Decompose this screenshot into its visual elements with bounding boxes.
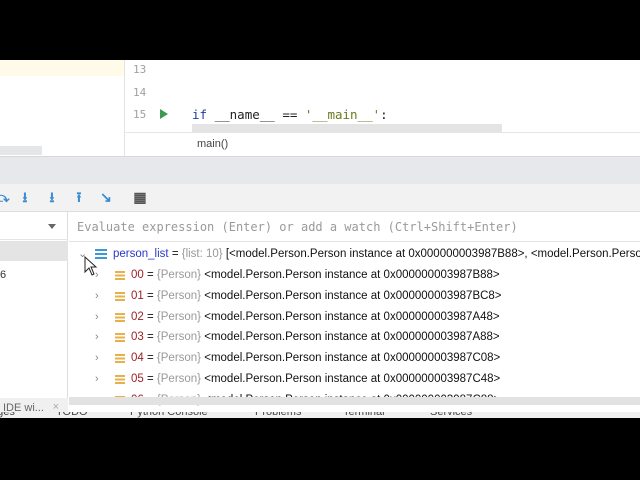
- object-icon: [115, 312, 125, 323]
- variable-type: {Person}: [156, 269, 202, 281]
- object-icon: [115, 354, 125, 365]
- run-to-cursor-icon[interactable]: ↘: [98, 189, 114, 205]
- variable-name: person_list: [113, 248, 169, 260]
- step-into-my-code-icon[interactable]: ⭳: [44, 189, 60, 205]
- variable-value: <model.Person.Person instance at 0x00000…: [204, 331, 500, 344]
- code-text: __name__ ==: [207, 107, 305, 122]
- variable-name: 02: [131, 310, 144, 323]
- variable-value: [<model.Person.Person instance at 0x0000…: [225, 248, 640, 260]
- breadcrumb: main(): [124, 132, 640, 156]
- variable-name: 05: [131, 373, 144, 385]
- variable-value: <model.Person.Person instance at 0x00000…: [204, 289, 502, 302]
- chevron-right-icon[interactable]: ›: [95, 331, 99, 343]
- line-number: 13: [133, 63, 147, 76]
- code-keyword: if: [192, 107, 208, 122]
- chevron-down-icon: [48, 224, 56, 229]
- panel-scrollbar[interactable]: [0, 146, 42, 155]
- variable-name: 01: [131, 289, 144, 302]
- tree-row[interactable]: › 01 = {Person} <model.Person.Person ins…: [69, 287, 640, 307]
- breadcrumb-item[interactable]: main(): [197, 138, 228, 150]
- step-over-icon[interactable]: ⤼: [0, 189, 10, 205]
- thread-dropdown[interactable]: [0, 212, 68, 240]
- object-icon: [115, 375, 125, 385]
- chevron-right-icon[interactable]: ›: [95, 373, 99, 385]
- debug-toolbar: ⤼ ⭳ ⭳ ⭱ ↘ ▦: [0, 184, 640, 212]
- line-number: 15: [133, 108, 147, 121]
- tree-row[interactable]: › 02 = {Person} <model.Person.Person ins…: [69, 308, 640, 328]
- tool-tab[interactable]: Terminal: [343, 412, 385, 418]
- editor-scrollbar[interactable]: [192, 124, 502, 132]
- line-number: 14: [133, 86, 147, 99]
- variable-value: <model.Person.Person instance at 0x00000…: [204, 310, 500, 323]
- debug-panel-header: [0, 156, 640, 184]
- variable-name: 04: [131, 352, 144, 365]
- code-text: :: [380, 107, 388, 122]
- tool-tab[interactable]: TODO: [56, 412, 88, 418]
- variable-value: <model.Person.Person instance at 0x00000…: [204, 352, 501, 365]
- chevron-right-icon[interactable]: ›: [95, 311, 99, 323]
- step-out-icon[interactable]: ⭱: [71, 189, 87, 205]
- tool-tab[interactable]: Services: [430, 412, 472, 418]
- evaluate-expression-icon[interactable]: ▦: [132, 189, 148, 205]
- tree-scrollbar[interactable]: [69, 397, 640, 405]
- object-icon: [115, 333, 125, 344]
- code-line-15[interactable]: if __name__ == '__main__':: [192, 107, 388, 122]
- variable-type: {Person}: [156, 289, 202, 302]
- highlighted-line: [0, 60, 124, 76]
- evaluate-input[interactable]: Evaluate expression (Enter) or add a wat…: [69, 212, 640, 242]
- chevron-right-icon[interactable]: ›: [95, 352, 99, 364]
- variable-type: {list: 10}: [181, 248, 223, 260]
- step-into-icon[interactable]: ⭳: [17, 189, 33, 205]
- tool-tab[interactable]: Python Console: [130, 412, 208, 418]
- tree-row[interactable]: › 04 = {Person} <model.Person.Person ins…: [69, 349, 640, 369]
- project-panel: [0, 60, 124, 155]
- tool-window-tabs: ...ges TODO Python Console Problems Terminal…: [0, 412, 640, 418]
- ide-window: 13 14 15 if __name__ == '__main__': main…: [0, 60, 640, 418]
- code-string: '__main__': [304, 107, 381, 122]
- equals: =: [168, 248, 182, 260]
- chevron-right-icon[interactable]: ›: [95, 290, 99, 302]
- variable-value: <model.Person.Person instance at 0x00000…: [204, 269, 500, 281]
- object-icon: [115, 271, 125, 281]
- tool-tab[interactable]: ...ges: [0, 412, 15, 418]
- variable-name: 00: [131, 269, 144, 281]
- variable-value: <model.Person.Person instance at 0x00000…: [204, 373, 501, 385]
- frames-panel: 6 IDE wi... ×: [0, 212, 68, 418]
- variable-name: 03: [131, 331, 144, 344]
- variable-type: {Person}: [156, 373, 202, 385]
- tree-row-root[interactable]: ⌄ person_list = {list: 10} [<model.Perso…: [69, 245, 640, 265]
- mouse-cursor-icon: [84, 256, 98, 276]
- selected-frame[interactable]: [0, 241, 68, 261]
- frame-item[interactable]: 6: [0, 269, 6, 281]
- tree-row[interactable]: › 05 = {Person} <model.Person.Person ins…: [69, 370, 640, 390]
- tree-row[interactable]: › 03 = {Person} <model.Person.Person ins…: [69, 328, 640, 348]
- run-gutter-icon[interactable]: [160, 109, 168, 119]
- variable-type: {Person}: [156, 352, 202, 365]
- tool-tab[interactable]: Problems: [255, 412, 301, 418]
- variable-type: {Person}: [156, 310, 202, 323]
- tree-row[interactable]: › 00 = {Person} <model.Person.Person ins…: [69, 266, 640, 286]
- variable-type: {Person}: [156, 331, 202, 344]
- object-icon: [115, 291, 125, 302]
